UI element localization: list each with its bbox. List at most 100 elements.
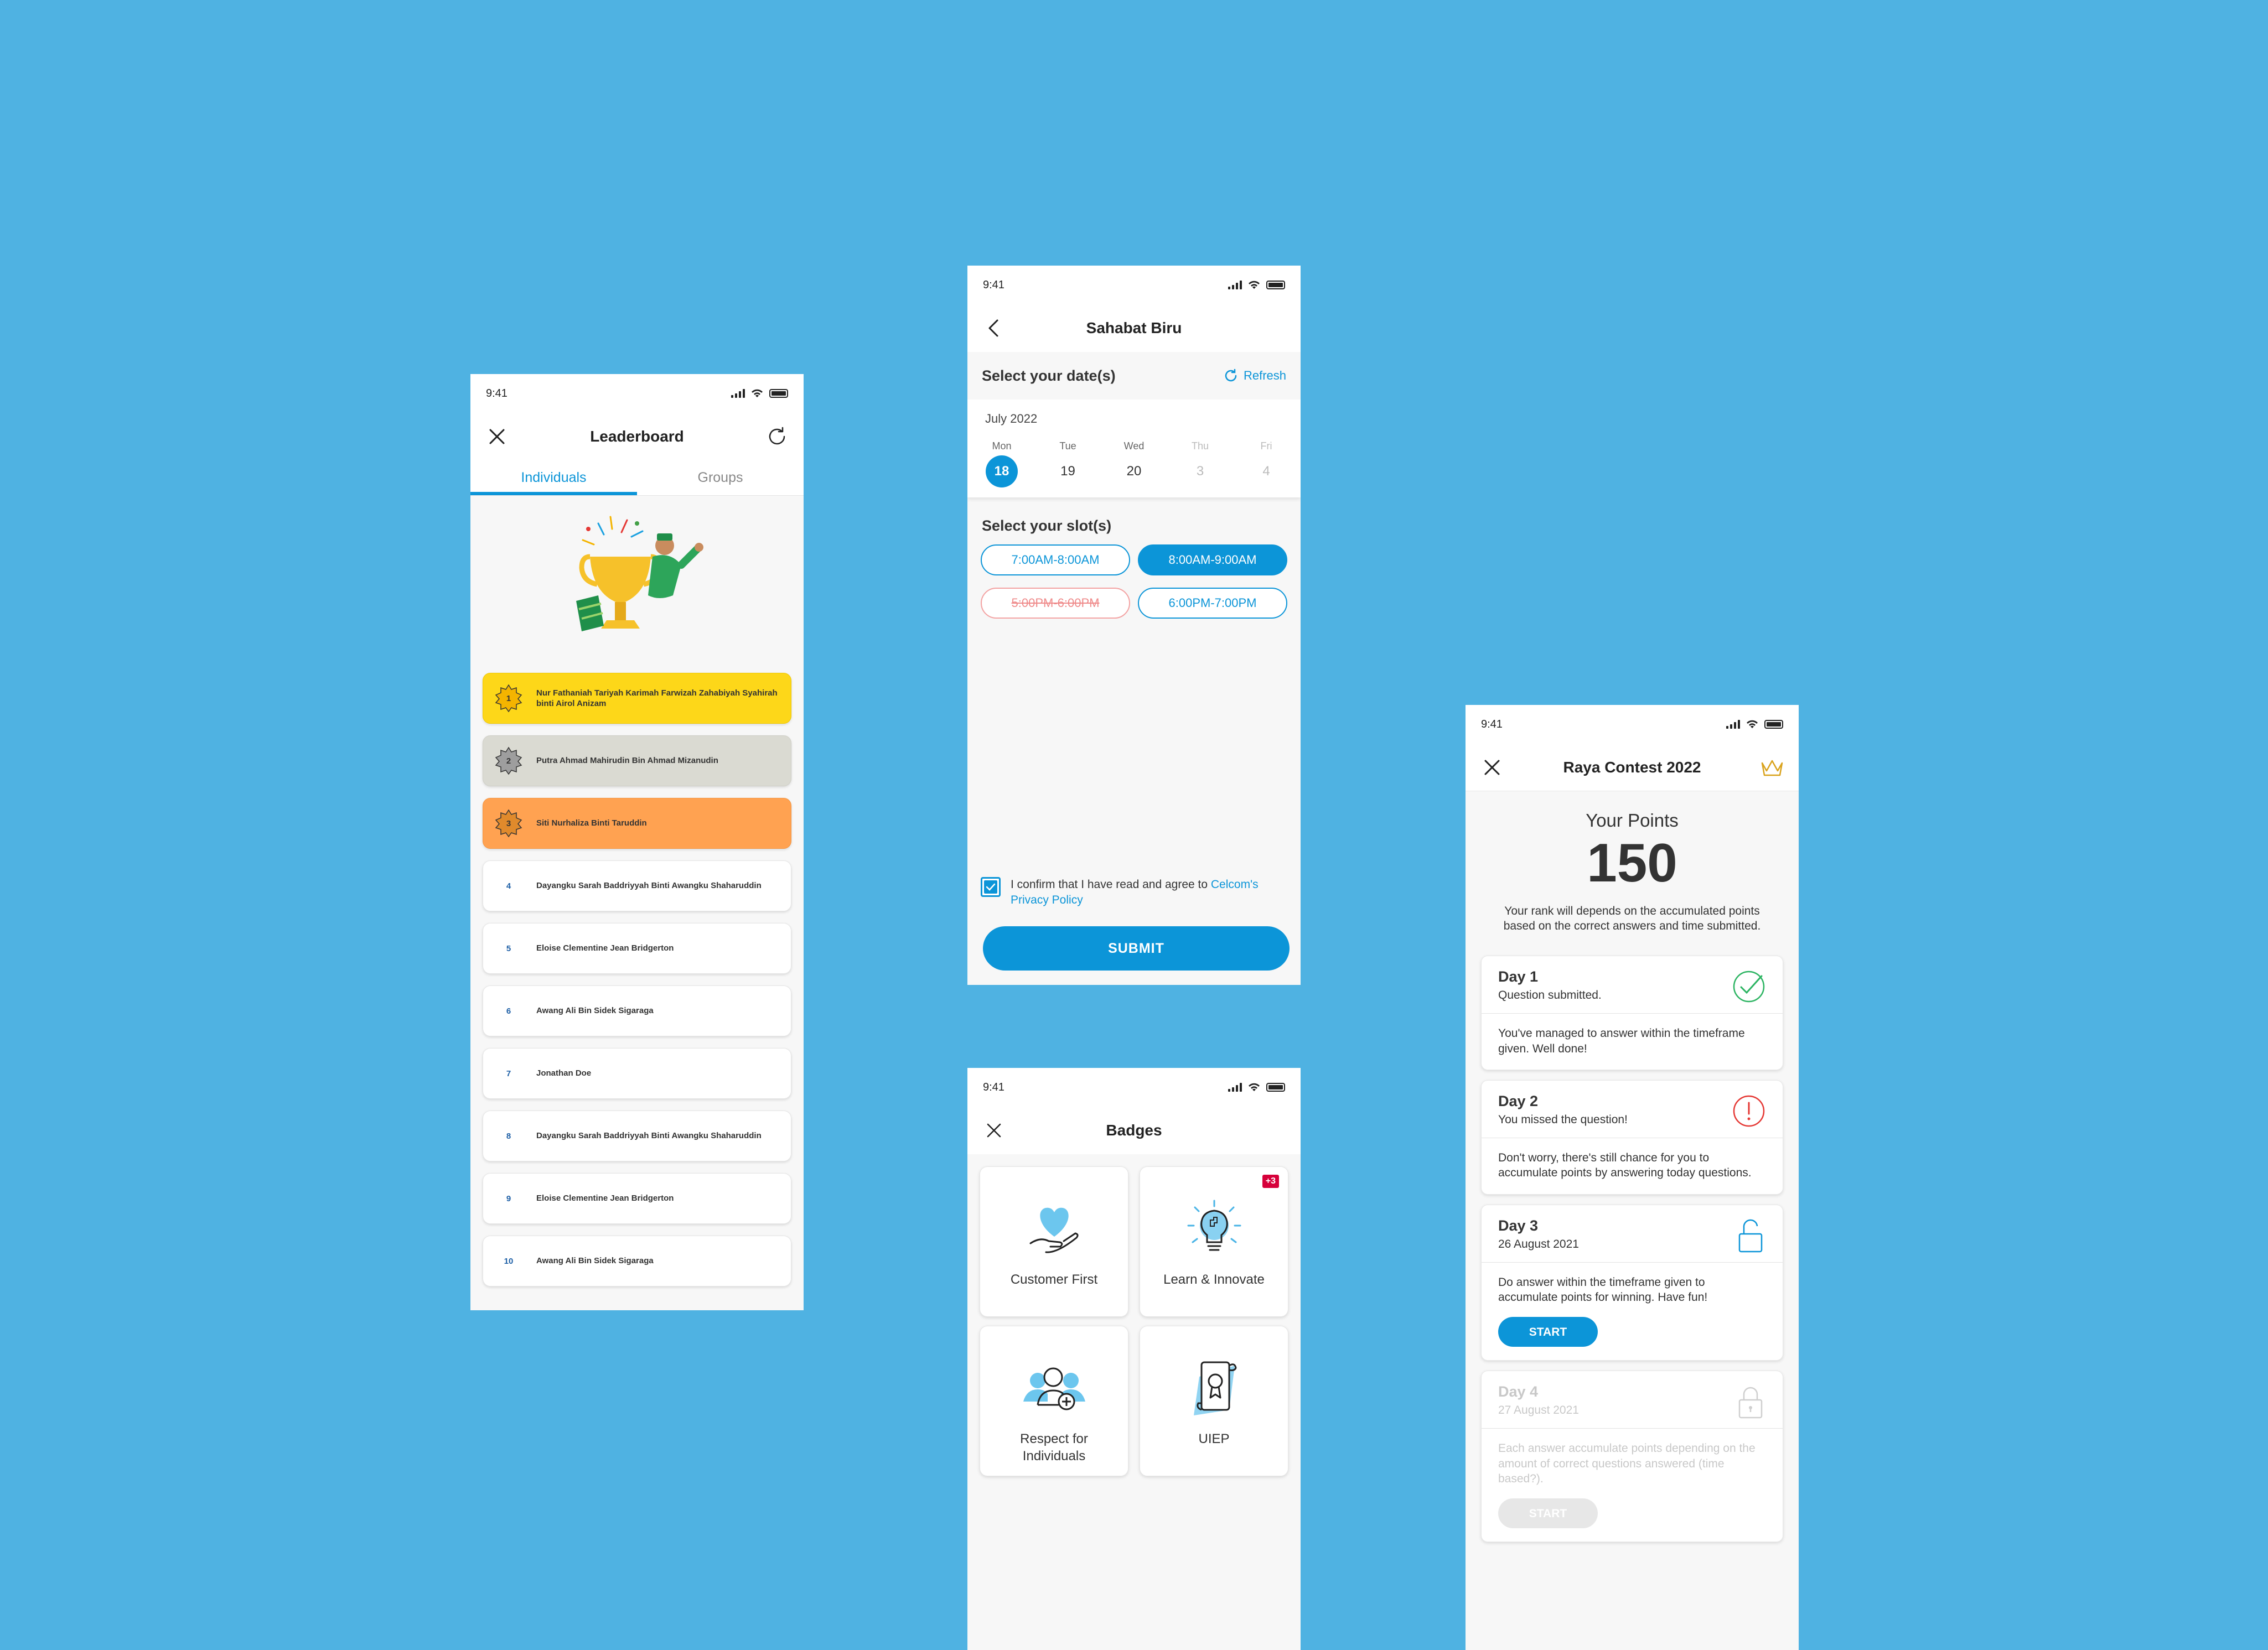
badge-card[interactable]: UIEP <box>1140 1326 1288 1476</box>
leaderboard-row[interactable]: 1 Nur Fathaniah Tariyah Karimah Farwizah… <box>483 673 791 724</box>
rank-number: 7 <box>506 1068 511 1078</box>
leaderboard-row[interactable]: 3 Siti Nurhaliza Binti Taruddin <box>483 798 791 849</box>
refresh-button[interactable] <box>765 424 789 449</box>
participant-name: Awang Ali Bin Sidek Sigaraga <box>536 1256 654 1266</box>
sahabat-biru-screen: 9:41 Sahabat Biru Select your date(s) Re… <box>967 266 1301 985</box>
leaderboard-row[interactable]: 6 Awang Ali Bin Sidek Sigaraga <box>483 985 791 1036</box>
day-body: Don't worry, there's still chance for yo… <box>1498 1151 1752 1180</box>
leaderboard-row[interactable]: 9 Eloise Clementine Jean Bridgerton <box>483 1173 791 1224</box>
slot-button[interactable]: 6:00PM-7:00PM <box>1138 588 1287 619</box>
day-subtitle: 27 August 2021 <box>1498 1404 1579 1417</box>
back-button[interactable] <box>982 316 1006 340</box>
badge-grid: Customer First +3 Learn & Innovate Respe… <box>967 1154 1301 1488</box>
status-time: 9:41 <box>1481 718 1503 730</box>
day-tue[interactable]: Tue 19 <box>1052 440 1085 487</box>
badge-label: UIEP <box>1198 1431 1230 1446</box>
day-card: Day 1 Question submitted. You've managed… <box>1481 956 1783 1071</box>
battery-icon <box>1266 1083 1285 1092</box>
checkmark-icon <box>984 880 997 894</box>
signal-icon <box>1228 281 1242 289</box>
system-icons <box>1228 1082 1285 1092</box>
day-card-header: Day 3 26 August 2021 <box>1482 1205 1783 1263</box>
slot-button-selected[interactable]: 8:00AM-9:00AM <box>1138 544 1287 575</box>
leaderboard-button[interactable] <box>1760 755 1784 780</box>
participant-name: Awang Ali Bin Sidek Sigaraga <box>536 1006 654 1016</box>
day-card: Day 2 You missed the question! Don't wor… <box>1481 1080 1783 1195</box>
tab-groups[interactable]: Groups <box>637 460 804 495</box>
day-card-header: Day 2 You missed the question! <box>1482 1081 1783 1139</box>
points-value: 150 <box>1587 832 1677 893</box>
day-title: Day 4 <box>1498 1383 1539 1400</box>
rank-number: 4 <box>506 881 511 891</box>
privacy-confirmation: I confirm that I have read and agree to … <box>981 877 1287 909</box>
status-bar: 9:41 <box>967 266 1301 304</box>
day-date: 3 <box>1196 464 1204 479</box>
signal-icon <box>731 389 745 398</box>
battery-icon <box>769 389 788 398</box>
participant-name: Dayangku Sarah Baddriyyah Binti Awangku … <box>536 1131 762 1141</box>
leaderboard-row[interactable]: 7 Jonathan Doe <box>483 1048 791 1099</box>
day-date: 19 <box>1060 464 1075 479</box>
badge-label: Customer First <box>1010 1272 1098 1287</box>
confirm-text: I confirm that I have read and agree to <box>1011 878 1211 891</box>
leaderboard-row[interactable]: 10 Awang Ali Bin Sidek Sigaraga <box>483 1236 791 1286</box>
unlock-icon <box>1738 1219 1763 1252</box>
chevron-left-icon <box>988 319 998 337</box>
close-button[interactable] <box>982 1118 1006 1143</box>
select-slots-label: Select your slot(s) <box>982 517 1112 534</box>
day-subtitle: You missed the question! <box>1498 1113 1628 1127</box>
rank-medal: 3 <box>494 809 523 838</box>
sahabat-header: Sahabat Biru <box>967 304 1301 352</box>
badge-card[interactable]: Respect for Individuals <box>980 1326 1128 1476</box>
day-body: Do answer within the timeframe given to … <box>1482 1263 1783 1361</box>
points-description: Your rank will depends on the accumulate… <box>1503 904 1761 933</box>
leaderboard-row[interactable]: 2 Putra Ahmad Mahirudin Bin Ahmad Mizanu… <box>483 735 791 786</box>
leaderboard-row[interactable]: 4 Dayangku Sarah Baddriyyah Binti Awangk… <box>483 860 791 911</box>
leaderboard-header: Leaderboard <box>470 413 804 460</box>
battery-icon <box>1764 720 1783 729</box>
wifi-icon <box>1747 720 1758 728</box>
day-mon[interactable]: Mon 18 <box>985 440 1018 487</box>
badge-card[interactable]: Customer First <box>980 1166 1128 1317</box>
rank-number: 2 <box>506 756 511 766</box>
leaderboard-screen: 9:41 Leaderboard Individuals Groups 1 Nu… <box>470 374 804 1310</box>
submit-button[interactable]: SUBMIT <box>983 926 1290 971</box>
day-fri: Fri 4 <box>1250 440 1283 487</box>
close-icon <box>987 1123 1001 1138</box>
trophy-celebration-icon <box>576 516 703 631</box>
participant-name: Eloise Clementine Jean Bridgerton <box>536 1194 674 1203</box>
leaderboard-row[interactable]: 8 Dayangku Sarah Baddriyyah Binti Awangk… <box>483 1111 791 1161</box>
certificate-scroll-icon <box>1184 1352 1245 1424</box>
participant-name: Jonathan Doe <box>536 1068 592 1078</box>
raya-contest-screen: 9:41 Raya Contest 2022 Your Points 150 Y… <box>1466 705 1799 1650</box>
battery-icon <box>1266 281 1285 289</box>
tab-individuals[interactable]: Individuals <box>470 460 637 495</box>
badge-card[interactable]: +3 Learn & Innovate <box>1140 1166 1288 1317</box>
day-body-text: Do answer within the timeframe given to … <box>1498 1275 1708 1304</box>
leaderboard-row[interactable]: 5 Eloise Clementine Jean Bridgerton <box>483 923 791 974</box>
day-wed[interactable]: Wed 20 <box>1117 440 1151 487</box>
start-button[interactable]: START <box>1498 1317 1598 1347</box>
header-spacer <box>1262 1118 1286 1143</box>
confirm-checkbox[interactable] <box>981 877 1001 897</box>
day-body: Each answer accumulate points depending … <box>1482 1429 1783 1542</box>
refresh-link[interactable]: Refresh <box>1224 369 1286 383</box>
day-card-header: Day 1 Question submitted. <box>1482 956 1783 1014</box>
heart-hand-icon <box>1024 1192 1085 1264</box>
rank-number: 6 <box>506 1006 511 1016</box>
rank-medal: 1 <box>494 684 523 713</box>
close-button[interactable] <box>1480 755 1504 780</box>
day-name: Wed <box>1123 440 1145 452</box>
participant-name: Siti Nurhaliza Binti Taruddin <box>536 818 647 828</box>
rank-number: 10 <box>504 1256 514 1266</box>
refresh-label: Refresh <box>1243 369 1286 382</box>
close-button[interactable] <box>485 424 509 449</box>
rank-medal: 2 <box>494 746 523 775</box>
wifi-icon <box>752 389 763 397</box>
status-time: 9:41 <box>983 278 1004 291</box>
slot-button-unavailable: 5:00PM-6:00PM <box>981 588 1130 619</box>
day-body-text: Each answer accumulate points depending … <box>1498 1442 1756 1485</box>
slot-button[interactable]: 7:00AM-8:00AM <box>981 544 1130 575</box>
page-title: Sahabat Biru <box>1086 319 1182 336</box>
